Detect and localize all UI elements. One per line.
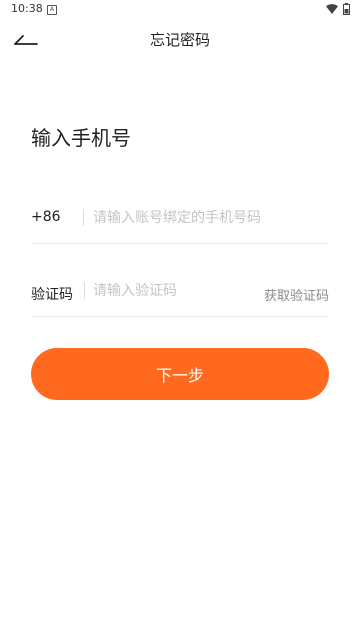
page-title: 忘记密码 <box>149 31 210 49</box>
field-divider <box>84 282 85 299</box>
battery-icon <box>343 3 350 15</box>
status-bar: 10:38 A <box>0 0 360 20</box>
app-bar: 忘记密码 <box>0 20 360 60</box>
code-field-row: 验证码 获取验证码 <box>31 266 329 317</box>
country-code-selector[interactable]: +86 <box>31 209 61 225</box>
get-code-button[interactable]: 获取验证码 <box>264 285 329 304</box>
phone-field-row: +86 <box>31 193 329 244</box>
status-time: 10:38 <box>11 2 43 15</box>
wifi-icon <box>326 4 338 14</box>
code-input[interactable] <box>93 278 253 304</box>
next-button[interactable]: 下一步 <box>31 348 329 400</box>
phone-input[interactable] <box>93 205 327 231</box>
field-divider <box>83 209 84 226</box>
notification-icon: A <box>47 5 57 15</box>
form-heading: 输入手机号 <box>31 126 131 150</box>
code-label: 验证码 <box>31 287 73 303</box>
